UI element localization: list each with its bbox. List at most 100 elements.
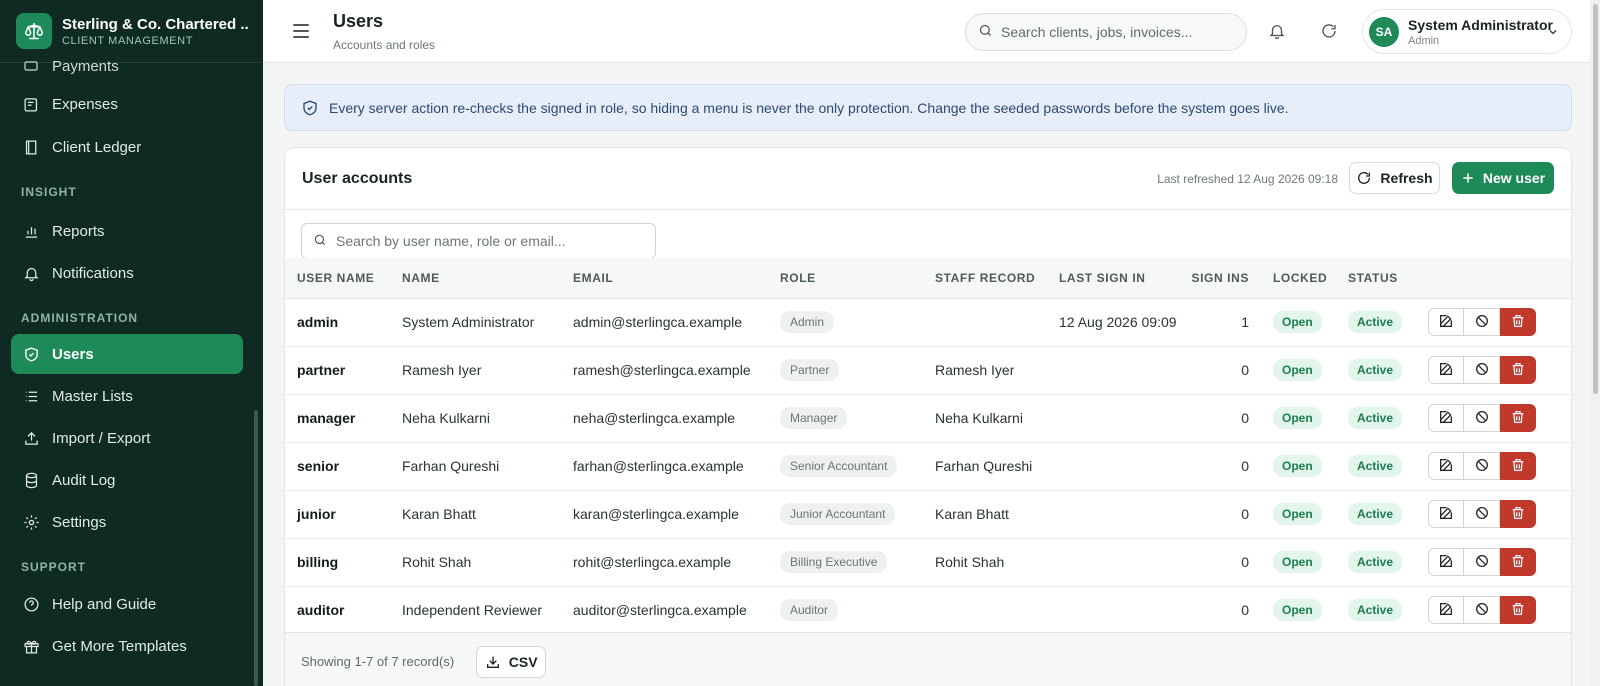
new-user-button[interactable]: New user xyxy=(1452,162,1554,194)
table-row[interactable]: partner Ramesh Iyer ramesh@sterlingca.exam… xyxy=(285,346,1571,395)
cell-sign-ins: 0 xyxy=(1189,346,1259,395)
delete-button[interactable] xyxy=(1500,596,1536,624)
csv-export-button[interactable]: CSV xyxy=(476,645,547,678)
card-footer: Showing 1-7 of 7 record(s) CSV xyxy=(285,632,1571,686)
cell-sign-ins: 1 xyxy=(1189,298,1259,347)
col-name[interactable]: Name xyxy=(402,258,573,299)
table-row[interactable]: junior Karan Bhatt karan@sterlingca.exampl… xyxy=(285,490,1571,539)
delete-button[interactable] xyxy=(1500,308,1536,336)
trash-icon xyxy=(1510,553,1526,572)
edit-button[interactable] xyxy=(1428,452,1464,480)
sidebar-scrollbar[interactable] xyxy=(254,410,258,686)
cell-staff-record: Rohit Shah xyxy=(935,538,1059,587)
cell-locked: Open xyxy=(1259,538,1348,587)
sidebar-item-label: Help and Guide xyxy=(52,595,157,613)
col-sign-ins[interactable]: Sign Ins xyxy=(1189,258,1259,299)
sidebar-item-reports[interactable]: Reports xyxy=(11,211,243,251)
col-locked[interactable]: Locked xyxy=(1259,258,1348,299)
wallet-icon xyxy=(22,95,40,113)
gear-icon xyxy=(22,513,40,531)
sidebar-item-master-lists[interactable]: Master Lists xyxy=(11,376,243,416)
table-row[interactable]: manager Neha Kulkarni neha@sterlingca.exam… xyxy=(285,394,1571,443)
refresh-button[interactable]: Refresh xyxy=(1349,162,1440,194)
cell-actions xyxy=(1428,346,1571,395)
sidebar-item-label: Audit Log xyxy=(52,471,116,489)
edit-button[interactable] xyxy=(1428,356,1464,384)
cell-staff-record: Karan Bhatt xyxy=(935,490,1059,539)
role-badge: Billing Executive xyxy=(780,551,888,573)
sidebar-item-client-ledger[interactable]: Client Ledger xyxy=(11,127,243,167)
refresh-icon[interactable] xyxy=(1318,20,1340,42)
table-row[interactable]: auditor Independent Reviewer auditor@sterl… xyxy=(285,586,1571,635)
section-title-support: SUPPORT xyxy=(21,560,87,574)
disable-button[interactable] xyxy=(1464,356,1500,384)
table-row[interactable]: admin System Administrator admin@sterlingc… xyxy=(285,298,1571,347)
cell-role: Senior Accountant xyxy=(780,442,935,491)
col-username[interactable]: User Name xyxy=(285,258,402,299)
cell-username: auditor xyxy=(285,586,402,635)
col-staff-record[interactable]: Staff Record xyxy=(935,258,1059,299)
cell-role: Partner xyxy=(780,346,935,395)
table-row[interactable]: billing Rohit Shah rohit@sterlingca.exampl… xyxy=(285,538,1571,587)
cell-actions xyxy=(1428,586,1571,635)
page-scrollbar[interactable] xyxy=(1590,0,1600,686)
disable-button[interactable] xyxy=(1464,596,1500,624)
disable-button[interactable] xyxy=(1464,548,1500,576)
bell-icon[interactable] xyxy=(1266,20,1288,42)
disable-button[interactable] xyxy=(1464,308,1500,336)
status-badge: Active xyxy=(1348,503,1403,525)
sidebar-item-audit-log[interactable]: Audit Log xyxy=(11,460,243,500)
brand-title: Sterling & Co. Chartered ... xyxy=(62,15,249,33)
edit-button[interactable] xyxy=(1428,500,1464,528)
sidebar-item-partial[interactable]: Payments xyxy=(11,51,243,75)
plus-icon xyxy=(1461,171,1475,185)
table-search-input[interactable] xyxy=(336,233,636,249)
cell-email: neha@sterlingca.example xyxy=(573,394,780,443)
edit-icon xyxy=(1438,505,1454,524)
info-banner: Every server action re-checks the signed… xyxy=(284,84,1572,131)
delete-button[interactable] xyxy=(1500,500,1536,528)
cell-last-sign-in xyxy=(1059,346,1189,395)
new-user-label: New user xyxy=(1482,170,1546,186)
cell-actions xyxy=(1428,442,1571,491)
cell-email: farhan@sterlingca.example xyxy=(573,442,780,491)
refresh-label: Refresh xyxy=(1380,170,1433,186)
table-row[interactable]: senior Farhan Qureshi farhan@sterlingca.ex… xyxy=(285,442,1571,491)
sidebar-item-import-export[interactable]: Import / Export xyxy=(11,418,243,458)
delete-button[interactable] xyxy=(1500,356,1536,384)
user-role: Admin xyxy=(1408,34,1440,47)
edit-button[interactable] xyxy=(1428,596,1464,624)
menu-toggle-icon[interactable] xyxy=(293,24,317,38)
delete-button[interactable] xyxy=(1500,404,1536,432)
col-email[interactable]: Email xyxy=(573,258,780,299)
status-badge: Active xyxy=(1348,407,1403,429)
sidebar-item-settings[interactable]: Settings xyxy=(11,502,243,542)
table-search[interactable] xyxy=(301,223,656,259)
sidebar-item-expenses[interactable]: Expenses xyxy=(11,84,243,124)
col-role[interactable]: Role xyxy=(780,258,935,299)
search-icon xyxy=(313,233,327,250)
disable-button[interactable] xyxy=(1464,404,1500,432)
sidebar-item-help[interactable]: Help and Guide xyxy=(11,584,243,624)
section-title-administration: ADMINISTRATION xyxy=(21,311,139,325)
col-status[interactable]: Status xyxy=(1348,258,1428,299)
sidebar-item-users[interactable]: Users xyxy=(11,334,243,374)
edit-button[interactable] xyxy=(1428,404,1464,432)
delete-button[interactable] xyxy=(1500,452,1536,480)
global-search[interactable] xyxy=(965,13,1247,51)
disable-button[interactable] xyxy=(1464,452,1500,480)
refresh-icon xyxy=(1356,170,1372,186)
user-menu[interactable]: SA System Administrator Admin xyxy=(1362,9,1572,54)
edit-button[interactable] xyxy=(1428,548,1464,576)
edit-button[interactable] xyxy=(1428,308,1464,336)
delete-button[interactable] xyxy=(1500,548,1536,576)
sidebar-nav: Payments Expenses Client Ledger INSIGHT … xyxy=(0,51,263,666)
global-search-input[interactable] xyxy=(1001,24,1231,40)
col-last-sign-in[interactable]: Last Sign In xyxy=(1059,258,1189,299)
help-icon xyxy=(22,595,40,613)
edit-icon xyxy=(1438,601,1454,620)
sidebar-item-templates[interactable]: Get More Templates xyxy=(11,626,243,666)
cell-status: Active xyxy=(1348,538,1428,587)
disable-button[interactable] xyxy=(1464,500,1500,528)
sidebar-item-notifications[interactable]: Notifications xyxy=(11,253,243,293)
